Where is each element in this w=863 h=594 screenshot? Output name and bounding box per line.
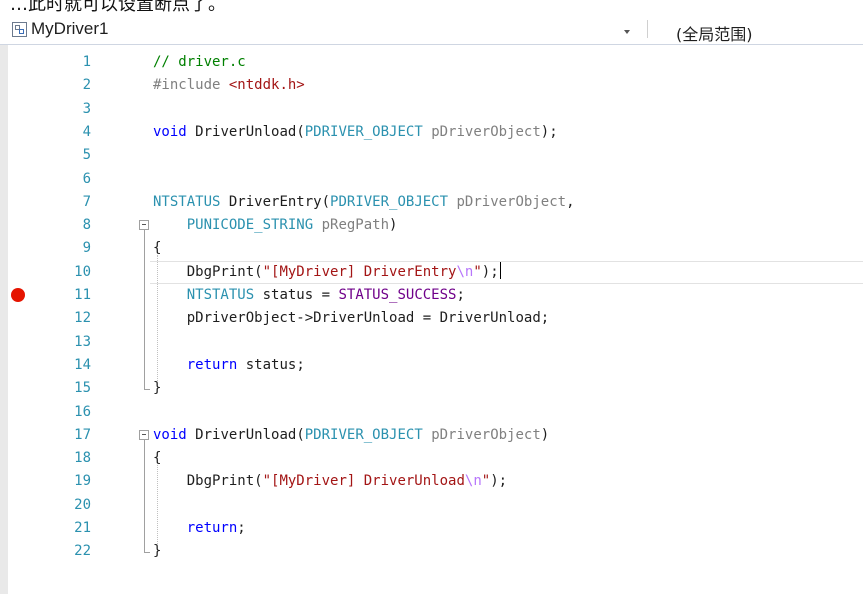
text-cursor [499,261,501,279]
chevron-down-icon [624,30,630,34]
code-line[interactable]: 1 // driver.c [0,51,863,74]
code-line[interactable]: 12 pDriverObject->DriverUnload = DriverU… [0,307,863,330]
indent-guide [157,465,158,545]
line-number: 7 [82,193,91,210]
project-icon [12,21,27,37]
scope-dropdown[interactable]: (全局范围) [676,21,753,45]
code-text[interactable]: void DriverUnload(PDRIVER_OBJECT pDriver… [153,424,549,447]
line-number: 9 [82,240,91,257]
code-text[interactable]: void DriverUnload(PDRIVER_OBJECT pDriver… [153,121,558,144]
code-text[interactable]: NTSTATUS DriverEntry(PDRIVER_OBJECT pDri… [153,191,575,214]
line-number: 15 [74,380,91,397]
indent-guide [157,255,158,382]
project-dropdown-button[interactable] [617,20,648,38]
code-editor[interactable]: 1 // driver.c 2 #include <ntddk.h> 3 4 void Dr… [0,45,863,594]
fold-range-line [144,230,145,390]
top-text-fragment: …此时就可以设置断点了。 [0,0,863,12]
code-text[interactable]: NTSTATUS status = STATUS_SUCCESS; [153,284,465,307]
line-number: 8 [82,217,91,234]
code-line[interactable]: 21 return; [0,517,863,540]
collapse-icon[interactable] [139,220,149,231]
code-text[interactable]: return; [153,517,246,540]
code-text[interactable]: pDriverObject->DriverUnload = DriverUnlo… [153,307,549,330]
code-line[interactable]: 19 DbgPrint("[MyDriver] DriverUnload\n")… [0,470,863,493]
code-line[interactable]: 15} [0,377,863,400]
code-line[interactable]: 9{ [0,237,863,260]
line-number: 20 [74,496,91,513]
line-number: 22 [74,543,91,560]
code-text[interactable]: // driver.c [153,51,246,74]
project-name: MyDriver1 [31,19,109,38]
line-number: 11 [74,287,91,303]
line-number: 14 [74,356,91,373]
code-line[interactable]: 8 PUNICODE_STRING pRegPath) [0,214,863,237]
line-number: 4 [82,123,91,140]
code-line[interactable]: 7 NTSTATUS DriverEntry(PDRIVER_OBJECT pDr… [0,191,863,214]
fold-range-line [144,439,145,553]
code-line[interactable]: 16 [0,401,863,424]
line-number: 16 [74,403,91,420]
code-text[interactable]: return status; [153,354,305,377]
code-text[interactable]: DbgPrint("[MyDriver] DriverEntry\n"); [153,261,501,284]
line-number: 13 [74,333,91,350]
code-line[interactable]: 20 [0,494,863,517]
code-text[interactable]: PUNICODE_STRING pRegPath) [153,214,398,237]
code-line[interactable]: 11 NTSTATUS status = STATUS_SUCCESS; [0,284,863,307]
fold-range-end [144,552,150,554]
code-line[interactable]: 17 void DriverUnload(PDRIVER_OBJECT pDriv… [0,424,863,447]
code-line[interactable]: 13 [0,331,863,354]
line-number: 3 [82,100,91,117]
code-line[interactable]: 3 [0,98,863,121]
line-number: 12 [74,310,91,327]
breakpoint-icon[interactable] [11,288,25,302]
line-number: 1 [82,54,91,70]
line-number: 10 [74,263,91,280]
fold-range-end [144,389,150,391]
code-line[interactable]: 4 void DriverUnload(PDRIVER_OBJECT pDrive… [0,121,863,144]
collapse-icon[interactable] [139,429,149,440]
line-number: 21 [74,520,91,536]
code-line[interactable]: 22} [0,540,863,563]
code-line[interactable]: 14 return status; [0,354,863,377]
project-dropdown[interactable]: MyDriver1 [12,16,108,42]
code-text[interactable]: DbgPrint("[MyDriver] DriverUnload\n"); [153,470,507,493]
line-number: 2 [82,77,91,94]
top-text: …此时就可以设置断点了。 [10,0,226,12]
line-number: 17 [74,426,91,443]
code-line[interactable]: 18{ [0,447,863,470]
line-number: 19 [74,473,91,490]
line-number: 5 [82,147,91,164]
code-line[interactable]: 2 #include <ntddk.h> [0,74,863,97]
code-text[interactable]: #include <ntddk.h> [153,74,305,97]
line-number: 18 [74,450,91,467]
code-line[interactable]: 6 [0,168,863,191]
navigation-bar: MyDriver1 (全局范围) [0,12,863,45]
code-line[interactable]: 10 DbgPrint("[MyDriver] DriverEntry\n"); [0,261,863,284]
code-line[interactable]: 5 [0,144,863,167]
line-number: 6 [82,170,91,187]
